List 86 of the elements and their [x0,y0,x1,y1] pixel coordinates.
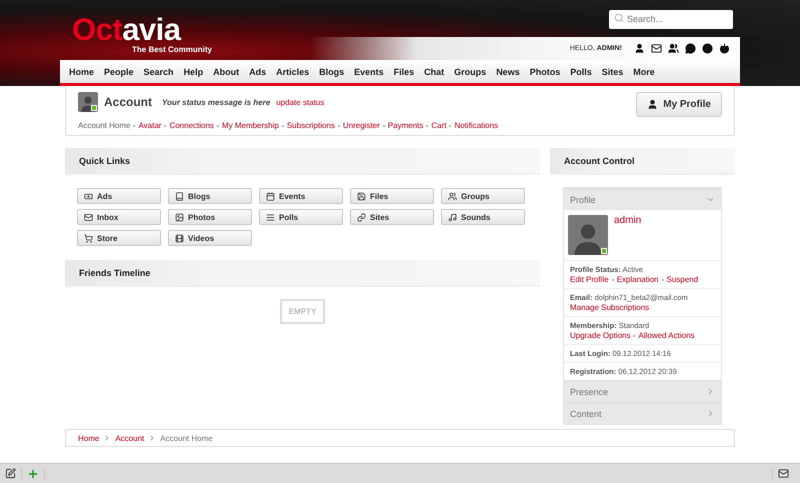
status-message: Your status message is here [162,98,270,106]
account-menu-link[interactable]: Subscriptions [286,121,335,130]
empty-notice: EMPTY [280,299,325,324]
quick-link-button[interactable]: Events [259,188,343,204]
quick-link-button[interactable]: Videos [168,230,252,246]
banknote-icon [84,192,93,200]
section-title: Account Control [564,156,634,166]
account-menu-link[interactable]: Payments [388,121,424,130]
quick-link-button[interactable]: Groups [441,188,525,204]
envelope-icon [84,212,93,222]
account-menu-link[interactable]: Cart [431,121,446,130]
quick-link-button[interactable]: Sites [350,209,434,225]
quick-link-button[interactable]: Files [350,188,434,204]
account-menu-link[interactable]: Notifications [454,121,498,130]
my-profile-button[interactable]: My Profile [636,92,722,117]
section-title: Quick Links [79,156,130,166]
quick-link-button[interactable]: Blogs [168,188,252,204]
logo-tagline: The Best Community [132,45,212,54]
nav-item[interactable]: Groups [449,66,492,76]
nav-item[interactable]: Articles [271,66,314,76]
nav-item[interactable]: Chat [419,66,450,76]
breadcrumb-link[interactable]: Home [78,434,100,442]
nav-item[interactable]: Blogs [314,66,350,76]
quick-link-button[interactable]: Store [77,230,161,246]
quick-link-button[interactable]: Ads [77,188,161,204]
user-icon[interactable] [634,43,645,54]
nav-item[interactable]: News [491,66,525,76]
nav-item[interactable]: Help [178,66,208,76]
quick-link-button[interactable]: Polls [259,209,343,225]
nav-item[interactable]: Sites [596,66,628,76]
profile-action-link[interactable]: Allowed Actions [638,331,695,340]
cart-icon [84,234,93,242]
accordion-header[interactable]: Profile [564,188,721,210]
logo[interactable]: Octavia [72,15,181,45]
quick-link-button[interactable]: Sounds [441,209,525,225]
plus-icon[interactable] [27,468,39,480]
accordion-header[interactable]: Presence [564,380,721,402]
account-menu-link[interactable]: Avatar [138,121,162,130]
accordion-header[interactable]: Content [564,402,721,424]
nav-item[interactable]: Photos [524,66,566,76]
lines-icon [266,212,275,222]
power-icon[interactable] [719,43,730,54]
user-icon [647,99,658,110]
nav-item[interactable]: Search [138,66,179,76]
nav-item[interactable]: Events [349,66,389,76]
profile-action-link[interactable]: Suspend [666,275,698,284]
mail-icon[interactable] [778,468,789,479]
profile-action-link[interactable]: Explanation [616,275,658,284]
nav-item[interactable]: Home [64,66,100,76]
nav-item[interactable]: Files [388,66,420,76]
nav-item[interactable]: People [99,66,139,76]
profile-action-link[interactable]: Upgrade Options [570,331,630,340]
profile-action-link[interactable]: Manage Subscriptions [570,303,650,312]
nav-item[interactable]: About [208,66,244,76]
breadcrumb-link[interactable]: Account [115,434,144,442]
search-icon [614,13,624,23]
caret-icon [706,387,715,396]
mail-icon[interactable] [651,43,662,54]
breadcrumb-link[interactable]: Account Home [160,434,213,442]
quick-link-button[interactable]: Photos [168,209,252,225]
nav-item[interactable]: More [628,66,660,76]
calendar-icon [266,192,275,200]
people-icon[interactable] [668,43,679,54]
film-icon [175,234,184,242]
update-status-link[interactable]: update status [276,98,324,106]
account-title: Account [104,95,152,109]
chat-bubble-icon[interactable] [685,43,696,54]
music-note-icon [448,212,457,222]
account-menu-link[interactable]: Connections [169,121,214,130]
nav-item[interactable]: Polls [565,66,597,76]
link-icon [357,212,366,222]
image-icon [175,212,184,222]
account-menu-link[interactable]: Unregister [342,121,380,130]
book-icon [175,192,184,200]
account-menu-link[interactable]: Account Home [78,121,130,130]
nav-item[interactable]: Ads [244,66,272,76]
caret-icon [706,409,715,418]
account-menu-link[interactable]: My Membership [222,121,279,130]
section-title: Friends Timeline [79,268,150,278]
quick-link-button[interactable]: Inbox [77,209,161,225]
profile-action-link[interactable]: Edit Profile [570,275,609,284]
edit-icon[interactable] [5,468,16,479]
username-link[interactable]: admin [614,215,642,255]
caret-icon [706,195,715,204]
search-field[interactable]: Search... [609,10,733,28]
people-icon [448,192,457,200]
